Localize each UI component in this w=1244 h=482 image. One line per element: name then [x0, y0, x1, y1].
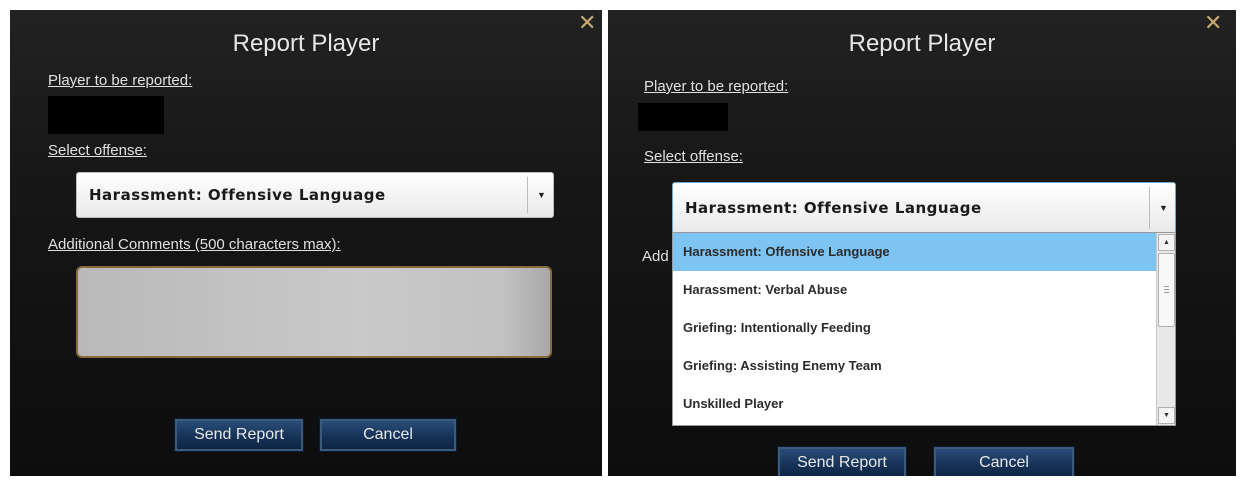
offense-option[interactable]: Griefing: Intentionally Feeding	[673, 309, 1157, 347]
report-dialog-right: Report Player ✕ Player to be reported: S…	[608, 10, 1236, 476]
comments-label: Additional Comments (500 characters max)…	[48, 236, 341, 253]
scroll-up-icon[interactable]: ▲	[1158, 234, 1175, 251]
chevron-down-icon: ▼	[1159, 203, 1168, 213]
send-report-button[interactable]: Send Report	[175, 419, 303, 451]
offense-select-value: Harassment: Offensive Language	[89, 186, 386, 204]
comments-label-partial: Add	[642, 248, 669, 265]
report-dialog-left: Report Player ✕ Player to be reported: S…	[10, 10, 602, 476]
close-icon[interactable]: ✕	[578, 12, 596, 34]
chevron-down-icon: ▼	[537, 190, 546, 200]
offense-option[interactable]: Harassment: Offensive Language	[673, 233, 1157, 271]
scroll-down-icon[interactable]: ▼	[1158, 407, 1175, 424]
player-label: Player to be reported:	[644, 78, 789, 95]
player-name-redacted	[48, 96, 164, 134]
dropdown-separator	[1149, 187, 1150, 229]
offense-options-list[interactable]: Harassment: Offensive Language Harassmen…	[672, 232, 1176, 426]
player-name-redacted	[638, 103, 728, 131]
close-icon[interactable]: ✕	[1204, 12, 1222, 34]
player-label: Player to be reported:	[48, 72, 193, 89]
offense-label: Select offense:	[644, 148, 743, 165]
offense-option[interactable]: Griefing: Assisting Enemy Team	[673, 347, 1157, 385]
cancel-button[interactable]: Cancel	[320, 419, 456, 451]
scrollbar-grip	[1164, 292, 1169, 293]
offense-select-value: Harassment: Offensive Language	[685, 199, 982, 217]
dialog-title: Report Player	[848, 30, 996, 57]
send-report-button[interactable]: Send Report	[778, 447, 906, 476]
scrollbar-thumb[interactable]	[1158, 253, 1175, 327]
offense-option[interactable]: Harassment: Verbal Abuse	[673, 271, 1157, 309]
scrollbar-grip	[1164, 289, 1169, 290]
options-scrollbar[interactable]: ▲ ▼	[1156, 233, 1175, 425]
dropdown-separator	[527, 177, 528, 213]
offense-select[interactable]: Harassment: Offensive Language ▼	[672, 182, 1176, 234]
offense-select[interactable]: Harassment: Offensive Language ▼	[76, 172, 554, 218]
scrollbar-grip	[1164, 286, 1169, 287]
offense-label: Select offense:	[48, 142, 147, 159]
cancel-button[interactable]: Cancel	[934, 447, 1074, 476]
offense-option[interactable]: Unskilled Player	[673, 385, 1157, 423]
dialog-title: Report Player	[232, 30, 380, 57]
comments-textarea[interactable]	[76, 266, 552, 358]
